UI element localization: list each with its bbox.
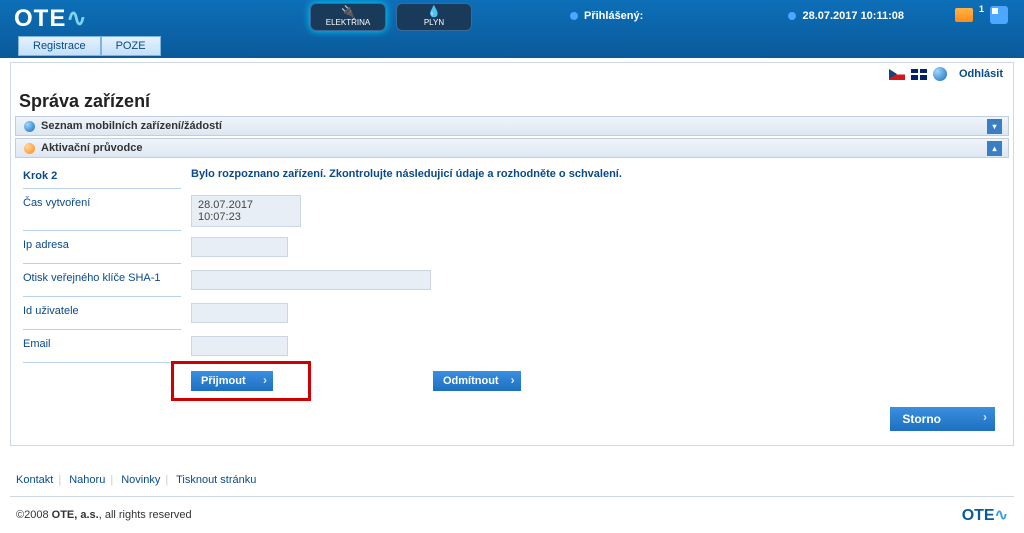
logo-wave-icon: ∿ bbox=[66, 5, 87, 32]
bullet-blue-icon bbox=[24, 121, 35, 132]
accordion-wizard[interactable]: Aktivační průvodce ▴ bbox=[15, 138, 1009, 158]
label-fingerprint: Otisk veřejného klíče SHA-1 bbox=[23, 266, 181, 297]
utility-bar: Odhlásit bbox=[11, 63, 1013, 85]
reject-button[interactable]: Odmítnout bbox=[433, 371, 521, 391]
footer-link-nahoru[interactable]: Nahoru bbox=[69, 474, 105, 486]
flag-uk-icon[interactable] bbox=[911, 69, 927, 80]
tab-poze[interactable]: POZE bbox=[101, 36, 161, 56]
logo-text: OTE bbox=[14, 5, 66, 32]
chevron-up-icon[interactable]: ▴ bbox=[987, 141, 1002, 156]
header-datetime: 28.07.2017 10:11:08 bbox=[788, 10, 904, 22]
wizard-info-text: Bylo rozpoznano zařízení. Zkontrolujte n… bbox=[191, 168, 622, 180]
accordion-wizard-label: Aktivační průvodce bbox=[41, 142, 142, 154]
top-header: OTE∿ 🔌 ELEKTŘINA 💧 PLYN Přihlášený: 28.0… bbox=[0, 0, 1024, 58]
value-userid bbox=[191, 303, 288, 323]
content-panel: Odhlásit Správa zařízení Seznam mobilníc… bbox=[10, 62, 1014, 446]
footer-logo: OTE∿ bbox=[962, 505, 1008, 525]
logout-link[interactable]: Odhlásit bbox=[959, 68, 1003, 80]
nav-tabs: Registrace POZE bbox=[18, 36, 161, 56]
label-created: Čas vytvoření bbox=[23, 191, 181, 231]
mail-badge: 1 bbox=[979, 4, 984, 14]
cancel-button[interactable]: Storno bbox=[890, 407, 995, 431]
section-electricity-label: ELEKTŘINA bbox=[326, 18, 370, 27]
logged-in-label: Přihlášený: bbox=[570, 10, 643, 22]
step-label: Krok 2 bbox=[23, 164, 181, 189]
wizard-body: Krok 2 Bylo rozpoznano zařízení. Zkontro… bbox=[11, 158, 1013, 401]
bullet-orange-icon bbox=[24, 143, 35, 154]
footer-link-kontakt[interactable]: Kontakt bbox=[16, 474, 53, 486]
logo: OTE∿ bbox=[14, 4, 87, 33]
section-electricity[interactable]: 🔌 ELEKTŘINA bbox=[310, 3, 386, 31]
flag-cz-icon[interactable] bbox=[889, 69, 905, 80]
value-fingerprint bbox=[191, 270, 431, 290]
footer-link-tisknout[interactable]: Tisknout stránku bbox=[176, 474, 256, 486]
label-userid: Id uživatele bbox=[23, 299, 181, 330]
accordion-device-list-label: Seznam mobilních zařízení/žádostí bbox=[41, 120, 222, 132]
label-ip: Ip adresa bbox=[23, 233, 181, 264]
globe-icon bbox=[933, 67, 947, 81]
copyright-text: ©2008 OTE, a.s., all rights reserved bbox=[16, 509, 192, 521]
footer-link-novinky[interactable]: Novinky bbox=[121, 474, 160, 486]
chevron-down-icon[interactable]: ▾ bbox=[987, 119, 1002, 134]
status-dot-icon bbox=[788, 12, 796, 20]
header-icons: 1 bbox=[955, 6, 1008, 24]
footer-links: Kontakt| Nahoru| Novinky| Tisknout strán… bbox=[10, 468, 1014, 496]
value-ip bbox=[191, 237, 288, 257]
logo-wave-icon: ∿ bbox=[995, 507, 1008, 524]
section-switcher: 🔌 ELEKTŘINA 💧 PLYN bbox=[310, 3, 472, 31]
section-gas[interactable]: 💧 PLYN bbox=[396, 3, 472, 31]
copyright-bar: ©2008 OTE, a.s., all rights reserved OTE… bbox=[10, 496, 1014, 533]
value-email bbox=[191, 336, 288, 356]
flame-icon: 💧 bbox=[427, 7, 441, 18]
tab-registrace[interactable]: Registrace bbox=[18, 36, 101, 56]
value-created: 28.07.2017 10:07:23 bbox=[191, 195, 301, 227]
plug-icon: 🔌 bbox=[341, 7, 355, 18]
page-title: Správa zařízení bbox=[11, 85, 1013, 116]
accept-button[interactable]: Přijmout bbox=[191, 371, 273, 391]
window-icon[interactable] bbox=[990, 6, 1008, 24]
mail-icon[interactable] bbox=[955, 8, 973, 22]
label-email: Email bbox=[23, 332, 181, 363]
section-gas-label: PLYN bbox=[424, 18, 444, 27]
footer: Kontakt| Nahoru| Novinky| Tisknout strán… bbox=[10, 468, 1014, 533]
accordion-device-list[interactable]: Seznam mobilních zařízení/žádostí ▾ bbox=[15, 116, 1009, 136]
status-dot-icon bbox=[570, 12, 578, 20]
